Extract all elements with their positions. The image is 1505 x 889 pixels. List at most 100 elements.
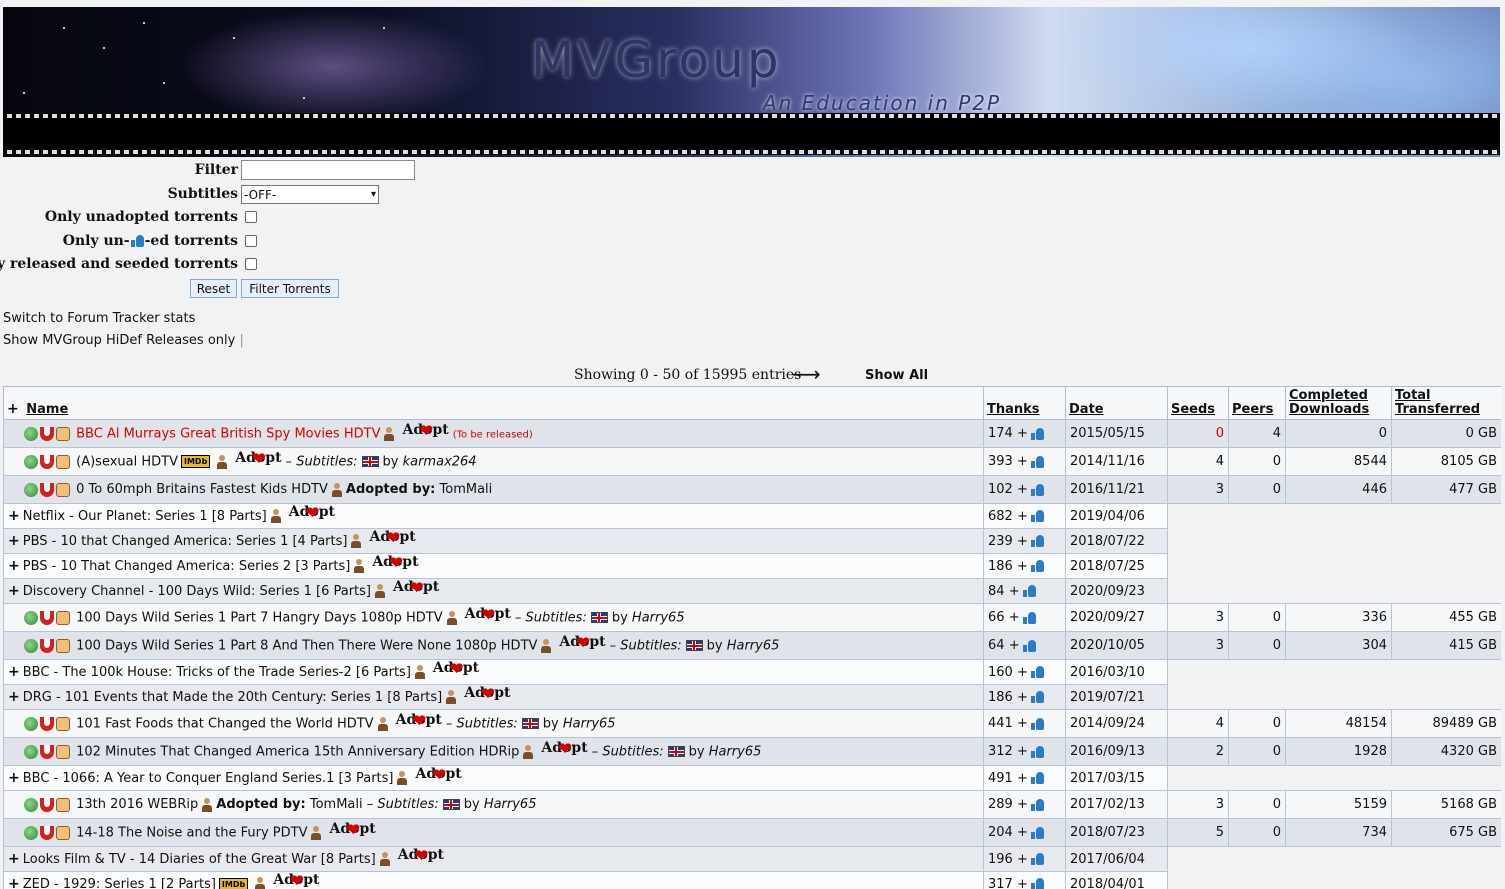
expand-plus-icon[interactable]: +: [8, 851, 20, 867]
expand-plus-icon[interactable]: +: [8, 770, 20, 786]
adopt-button[interactable]: Adopt ❤: [329, 820, 375, 839]
adopt-button[interactable]: Adopt ❤: [372, 555, 418, 573]
uploader-link[interactable]: Harry65: [563, 716, 616, 731]
group-name-link[interactable]: DRG - 101 Events that Made the 20th Cent…: [23, 690, 443, 705]
column-header-total[interactable]: Total Transferred: [1391, 386, 1501, 420]
download-icon[interactable]: [24, 482, 38, 497]
group-name-link[interactable]: Netflix - Our Planet: Series 1 [8 Parts]: [23, 509, 267, 524]
adopt-button[interactable]: Adopt ❤: [398, 848, 444, 866]
details-icon[interactable]: [56, 610, 70, 625]
expand-plus-icon[interactable]: +: [8, 664, 20, 680]
uploader-link[interactable]: karmax264: [403, 454, 477, 469]
adopt-button[interactable]: Adopt ❤: [369, 530, 415, 548]
download-icon[interactable]: [24, 744, 38, 759]
column-header-peers[interactable]: Peers: [1228, 386, 1286, 420]
group-name-link[interactable]: PBS - 10 That Changed America: Series 2 …: [23, 559, 351, 574]
expand-plus-icon[interactable]: +: [8, 583, 20, 599]
group-name-link[interactable]: PBS - 10 that Changed America: Series 1 …: [23, 534, 348, 549]
release-name-link[interactable]: 100 Days Wild Series 1 Part 7 Hangry Day…: [76, 610, 442, 625]
thumbs-up-icon[interactable]: [1022, 585, 1036, 597]
adopt-button[interactable]: Adopt ❤: [289, 505, 335, 523]
adopt-button[interactable]: Adopt ❤: [433, 661, 479, 679]
adopt-button[interactable]: Adopt ❤: [541, 739, 587, 758]
release-name-link[interactable]: (A)sexual HDTV: [76, 454, 178, 469]
group-name-link[interactable]: ZED - 1929: Series 1 [2 Parts]: [23, 877, 216, 889]
download-icon[interactable]: [24, 825, 38, 840]
magnet-icon[interactable]: [40, 716, 54, 731]
expand-plus-icon[interactable]: +: [8, 689, 20, 705]
adopt-button[interactable]: Adopt ❤: [415, 767, 461, 785]
thumbs-up-icon[interactable]: [1030, 853, 1044, 865]
group-name-link[interactable]: Looks Film & TV - 14 Diaries of the Grea…: [23, 852, 376, 867]
imdb-icon[interactable]: IMDb: [180, 455, 211, 468]
uploader-link[interactable]: Harry65: [727, 638, 780, 653]
adopt-button[interactable]: Adopt ❤: [235, 449, 281, 468]
magnet-icon[interactable]: [40, 638, 54, 653]
details-icon[interactable]: [56, 716, 70, 731]
unadopted-checkbox[interactable]: [245, 211, 257, 223]
subtitles-select[interactable]: -OFF- ▾: [241, 185, 379, 204]
adopt-button[interactable]: Adopt ❤: [396, 711, 442, 730]
release-name-link[interactable]: 100 Days Wild Series 1 Part 8 And Then T…: [76, 638, 537, 653]
details-icon[interactable]: [56, 482, 70, 497]
expand-plus-icon[interactable]: +: [8, 533, 20, 549]
next-page-arrow-icon[interactable]: ⟶: [792, 362, 821, 386]
expand-plus-icon[interactable]: +: [8, 508, 20, 524]
details-icon[interactable]: [56, 744, 70, 759]
uploader-link[interactable]: Harry65: [709, 744, 762, 759]
download-icon[interactable]: [24, 454, 38, 469]
magnet-icon[interactable]: [40, 454, 54, 469]
filter-torrents-button[interactable]: Filter Torrents: [241, 279, 339, 298]
release-name-link[interactable]: 0 To 60mph Britains Fastest Kids HDTV: [76, 482, 328, 497]
expand-plus-icon[interactable]: +: [8, 876, 20, 889]
column-header-seeds[interactable]: Seeds: [1167, 386, 1229, 420]
adopter-name[interactable]: TomMali: [310, 797, 363, 812]
forum-stats-link[interactable]: Switch to Forum Tracker stats: [3, 311, 195, 326]
magnet-icon[interactable]: [40, 610, 54, 625]
magnet-icon[interactable]: [40, 825, 54, 840]
site-banner[interactable]: MVGroup An Education in P2P: [3, 7, 1500, 157]
unthanked-checkbox[interactable]: [245, 235, 257, 247]
column-header-completed[interactable]: Completed Downloads: [1285, 386, 1392, 420]
release-name-link[interactable]: BBC Al Murrays Great British Spy Movies …: [76, 426, 380, 441]
column-header-date[interactable]: Date: [1065, 386, 1168, 420]
expand-plus-icon[interactable]: +: [8, 558, 20, 574]
thumbs-up-icon[interactable]: [1030, 691, 1044, 703]
download-icon[interactable]: [24, 610, 38, 625]
release-name-link[interactable]: 101 Fast Foods that Changed the World HD…: [76, 716, 373, 731]
uploader-link[interactable]: Harry65: [484, 797, 537, 812]
adopt-button[interactable]: Adopt ❤: [402, 421, 448, 440]
download-icon[interactable]: [24, 638, 38, 653]
release-name-link[interactable]: 102 Minutes That Changed America 15th An…: [76, 744, 519, 759]
details-icon[interactable]: [56, 797, 70, 812]
download-icon[interactable]: [24, 797, 38, 812]
magnet-icon[interactable]: [40, 744, 54, 759]
thumbs-up-icon[interactable]: [1030, 745, 1044, 758]
group-name-link[interactable]: BBC - The 100k House: Tricks of the Trad…: [23, 665, 411, 680]
thumbs-up-icon[interactable]: [1030, 878, 1044, 889]
thumbs-up-icon[interactable]: [1030, 560, 1044, 572]
adopt-button[interactable]: Adopt ❤: [559, 633, 605, 652]
adopter-name[interactable]: TomMali: [440, 482, 493, 497]
thumbs-up-icon[interactable]: [1030, 455, 1044, 468]
magnet-icon[interactable]: [40, 797, 54, 812]
download-icon[interactable]: [24, 426, 38, 441]
show-all-link[interactable]: Show All: [865, 368, 928, 383]
magnet-icon[interactable]: [40, 426, 54, 441]
thumbs-up-icon[interactable]: [1030, 483, 1044, 496]
released-checkbox[interactable]: [245, 258, 257, 270]
thumbs-up-icon[interactable]: [1030, 427, 1044, 440]
column-header-name[interactable]: + Name: [3, 386, 984, 420]
reset-button[interactable]: Reset: [190, 279, 237, 298]
adopt-button[interactable]: Adopt ❤: [273, 873, 319, 889]
adopt-button[interactable]: Adopt ❤: [465, 605, 511, 624]
release-name-link[interactable]: 14-18 The Noise and the Fury PDTV: [76, 825, 307, 840]
release-name-link[interactable]: 13th 2016 WEBRip: [76, 797, 198, 812]
magnet-icon[interactable]: [40, 482, 54, 497]
details-icon[interactable]: [56, 454, 70, 469]
thumbs-up-icon[interactable]: [1030, 798, 1044, 811]
thumbs-up-icon[interactable]: [1030, 717, 1044, 730]
filter-input[interactable]: [241, 160, 415, 180]
thumbs-up-icon[interactable]: [1030, 826, 1044, 839]
thumbs-up-icon[interactable]: [1022, 639, 1036, 652]
